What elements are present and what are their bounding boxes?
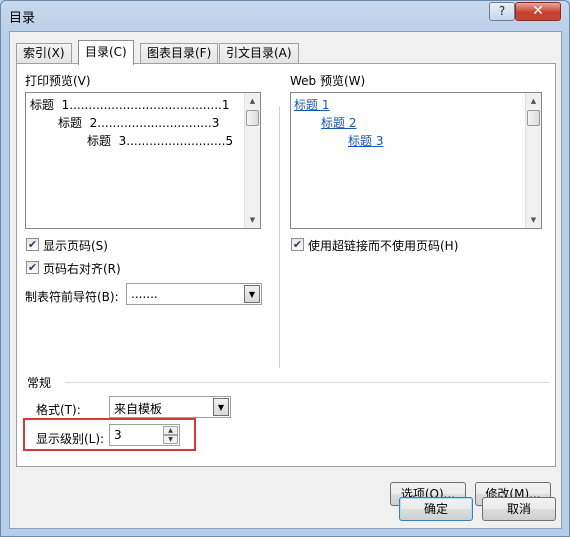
show-page-numbers-label: 显示页码(S) [43, 239, 108, 253]
right-align-checkbox[interactable]: ✔ [26, 261, 39, 274]
tab-table-of-figures[interactable]: 图表目录(F) [140, 43, 219, 63]
print-preview-box: 标题 1....................................… [25, 92, 261, 229]
format-label: 格式(T): [36, 403, 81, 417]
print-preview-label: 打印预览(V) [25, 74, 91, 88]
print-preview-line-3: 标题 3..........................5 [87, 134, 234, 148]
web-preview-link-2[interactable]: 标题 2 [321, 114, 356, 131]
help-button[interactable]: ? [489, 2, 515, 21]
tab-index[interactable]: 索引(X) [16, 43, 72, 63]
web-preview-scrollbar[interactable]: ▲ ▼ [525, 93, 541, 228]
scroll-down-icon[interactable]: ▼ [526, 212, 541, 228]
show-page-numbers-checkbox[interactable]: ✔ [26, 238, 39, 251]
web-preview-link-3[interactable]: 标题 3 [348, 132, 383, 149]
dialog-body: 索引(X) 目录(C) 图表目录(F) 引文目录(A) 打印预览(V) 标题 1… [9, 31, 562, 529]
use-hyperlinks-label: 使用超链接而不使用页码(H) [308, 239, 459, 253]
tab-table-of-authorities[interactable]: 引文目录(A) [219, 43, 299, 63]
levels-highlight-box [23, 418, 196, 451]
right-align-label: 页码右对齐(R) [43, 262, 121, 276]
scroll-down-icon[interactable]: ▼ [245, 212, 260, 228]
print-preview-line-1: 标题 1....................................… [30, 98, 230, 112]
print-preview-scrollbar[interactable]: ▲ ▼ [244, 93, 260, 228]
web-preview-link-1[interactable]: 标题 1 [294, 96, 329, 113]
tab-leader-select[interactable]: ....... ▼ [126, 283, 262, 305]
scroll-thumb[interactable] [246, 110, 259, 126]
title-bar: 目录 ? ✕ [1, 1, 569, 29]
format-value: 来自模板 [114, 402, 163, 416]
use-hyperlinks-checkbox[interactable]: ✔ [291, 238, 304, 251]
scroll-up-icon[interactable]: ▲ [526, 93, 541, 109]
tab-toc[interactable]: 目录(C) [78, 40, 134, 65]
format-select[interactable]: 来自模板 ▼ [109, 396, 231, 418]
dialog-title: 目录 [9, 11, 36, 26]
close-button[interactable]: ✕ [515, 2, 561, 21]
general-heading: 常规 [27, 376, 52, 390]
dropdown-icon[interactable]: ▼ [244, 285, 260, 303]
scroll-thumb[interactable] [527, 110, 540, 126]
scroll-up-icon[interactable]: ▲ [245, 93, 260, 109]
vertical-divider [279, 106, 280, 368]
tab-leader-label: 制表符前导符(B): [25, 290, 119, 304]
tab-leader-value: ....... [131, 287, 158, 301]
general-separator [65, 382, 549, 383]
toc-tab-panel: 打印预览(V) 标题 1............................… [16, 63, 556, 506]
ok-button[interactable]: 确定 [399, 497, 473, 521]
toc-dialog: 目录 ? ✕ 索引(X) 目录(C) 图表目录(F) 引文目录(A) 打印预览(… [0, 0, 570, 537]
dropdown-icon[interactable]: ▼ [213, 398, 229, 416]
web-preview-label: Web 预览(W) [290, 74, 366, 88]
print-preview-line-2: 标题 2..............................3 [58, 116, 220, 130]
cancel-button[interactable]: 取消 [482, 497, 556, 521]
web-preview-box: 标题 1 标题 2 标题 3 ▲ ▼ [290, 92, 542, 229]
